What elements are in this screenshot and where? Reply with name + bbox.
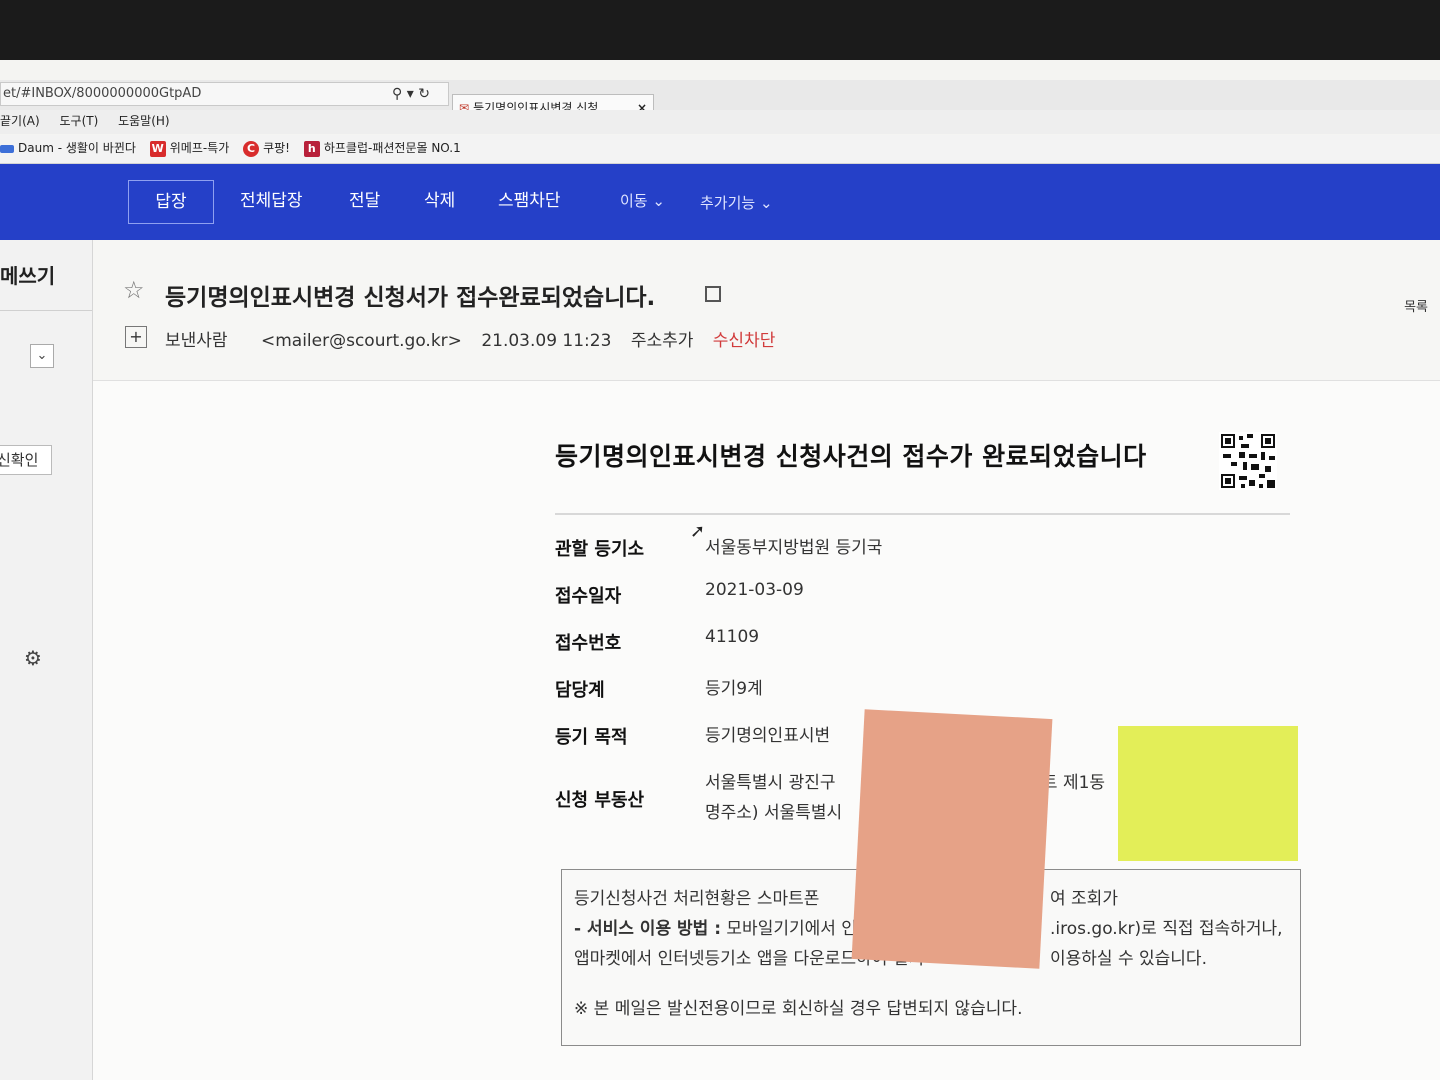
halfclub-icon: h — [303, 140, 320, 157]
info-row: 관할 등기소 서울동부지방법원 등기국 — [555, 521, 1290, 568]
sender-label: 보낸사람 — [165, 331, 228, 351]
notice-line: 등기신청사건 처리현황은 스마트폰 — [574, 889, 820, 909]
favorite-wemakeprice[interactable]: W 위메프-특가 — [149, 135, 229, 161]
notice-bold-label: - 서비스 이용 방법 : — [574, 919, 722, 939]
pink-sticky-note — [851, 709, 1053, 969]
title-divider — [555, 513, 1290, 515]
gear-icon[interactable]: ⚙ — [24, 646, 42, 670]
sender-email[interactable]: <mailer@scourt.go.kr> — [261, 331, 462, 351]
message-date: 21.03.09 11:23 — [481, 331, 612, 351]
spam-block-button[interactable]: 스팸차단 — [498, 186, 561, 211]
coupang-icon: C — [243, 140, 260, 157]
menu-item-file[interactable]: 끝기(A) — [0, 114, 40, 128]
refresh-icon[interactable]: ↻ — [418, 86, 430, 102]
favorite-halfclub[interactable]: h 하프클럽-패션전문몰 NO.1 — [303, 135, 461, 161]
document-title: 등기명의인표시변경 신청사건의 접수가 완료되었습니다 — [555, 442, 1147, 471]
notice-line-right: .iros.go.kr)로 직접 접속하거나, — [1050, 919, 1283, 939]
menu-bar: 끝기(A) 도구(T) 도움말(H) — [0, 110, 1440, 134]
sidebar-divider — [0, 310, 92, 311]
info-label: 담당계 — [555, 680, 605, 701]
wemakeprice-icon: W — [149, 140, 166, 157]
mail-toolbar: 답장 전체답장 전달 삭제 스팸차단 이동 ⌄ 추가기능 ⌄ — [0, 164, 1440, 240]
address-tools[interactable]: ⚲ ▾ ↻ — [392, 86, 430, 102]
yellow-sticky-note — [1118, 726, 1298, 861]
add-address-link[interactable]: 주소추가 — [631, 331, 694, 351]
notice-text: 모바일기기에서 인터 — [726, 919, 873, 939]
info-row: 담당계 등기9계 — [555, 662, 1290, 709]
info-label: 접수일자 — [555, 586, 622, 607]
more-features-dropdown[interactable]: 추가기능 ⌄ — [700, 192, 773, 213]
chevron-down-icon[interactable]: ⌄ — [30, 344, 54, 368]
menu-item-tools[interactable]: 도구(T) — [59, 114, 98, 128]
star-icon[interactable]: ☆ — [123, 276, 145, 304]
info-label: 등기 목적 — [555, 727, 628, 748]
sender-row: 보낸사람 <mailer@scourt.go.kr> 21.03.09 11:2… — [165, 326, 789, 351]
left-sidebar: 메쓰기 ⌄ 신확인 ⚙ — [0, 240, 93, 1080]
info-label: 신청 부동산 — [555, 790, 645, 811]
message-subject: 등기명의인표시변경 신청서가 접수완료되었습니다. — [165, 285, 656, 311]
info-label: 관할 등기소 — [555, 539, 645, 560]
delete-button[interactable]: 삭제 — [424, 186, 455, 211]
list-link[interactable]: 목록 — [1404, 296, 1428, 315]
expand-plus-icon[interactable]: + — [125, 326, 147, 348]
message-header: ☆ 등기명의인표시변경 신청서가 접수완료되었습니다. 목록 + 보낸사람 <m… — [93, 240, 1440, 381]
info-row: 접수일자 2021-03-09 — [555, 568, 1290, 615]
notice-footer: ※ 본 메일은 발신전용이므로 회신하실 경우 답변되지 않습니다. — [574, 999, 1023, 1019]
info-value: 41109 — [705, 627, 760, 647]
favorite-coupang[interactable]: C 쿠팡! — [243, 135, 290, 161]
favorite-daum[interactable]: Daum - 생활이 바뀐다 — [0, 135, 136, 161]
notice-line-right: 여 조회가 — [1050, 889, 1118, 909]
info-value: 등기9계 — [705, 679, 763, 699]
info-value: 등기명의인표시변 — [705, 726, 831, 746]
notice-line-right: 이용하실 수 있습니다. — [1050, 949, 1207, 969]
reply-button[interactable]: 답장 — [128, 180, 214, 224]
info-label: 접수번호 — [555, 633, 622, 654]
block-receive-link[interactable]: 수신차단 — [713, 331, 776, 351]
address-bar[interactable]: et/#INBOX/8000000000GtpAD — [0, 82, 449, 106]
info-value: 서울동부지방법원 등기국 — [705, 538, 883, 558]
favorites-bar: Daum - 생활이 바뀐다 W 위메프-특가 C 쿠팡! h 하프클럽-패션전문몰 … — [0, 135, 1440, 164]
copy-icon[interactable] — [705, 286, 721, 302]
reply-all-button[interactable]: 전체답장 — [240, 186, 303, 211]
forward-button[interactable]: 전달 — [349, 186, 380, 211]
move-dropdown[interactable]: 이동 ⌄ — [620, 190, 665, 211]
info-value-line2: 명주소) 서울특별시 — [705, 803, 843, 823]
info-row: 접수번호 41109 — [555, 615, 1290, 662]
monitor-screen: et/#INBOX/8000000000GtpAD ⚲ ▾ ↻ ✉ 등기명의인표시… — [0, 60, 1440, 1080]
mouse-cursor-icon: ➚ — [690, 521, 706, 542]
write-mail-button[interactable]: 메쓰기 — [0, 260, 55, 289]
menu-item-help[interactable]: 도움말(H) — [118, 114, 170, 128]
qr-code-icon — [1219, 432, 1277, 490]
daum-icon — [0, 144, 14, 153]
info-value: 2021-03-09 — [705, 580, 804, 600]
search-icon[interactable]: ⚲ — [392, 86, 402, 102]
notice-line: - 서비스 이용 방법 : 모바일기기에서 인터 — [574, 914, 873, 939]
confirm-button[interactable]: 신확인 — [0, 445, 52, 475]
info-value: 서울특별시 광진구 — [705, 773, 836, 793]
